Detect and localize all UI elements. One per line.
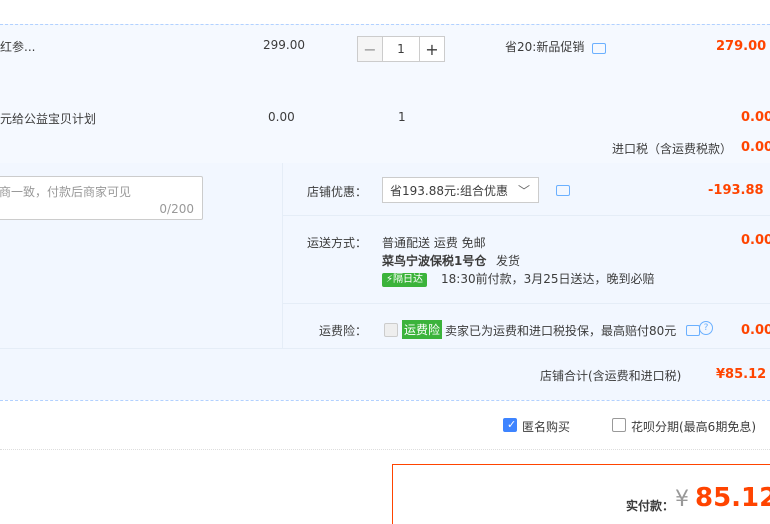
delivery-promise: 18:30前付款，3月25日送达，晚到必赔 [441,272,655,286]
insurance-checkbox [384,323,398,337]
insurance-text: 卖家已为运费和进口税投保，最高赔付80元 [445,324,677,338]
divider [0,449,770,450]
divider [282,163,283,349]
help-icon[interactable]: ? [699,321,713,335]
divider [0,400,770,401]
delivery-badge: ⚡隔日达 [382,271,428,287]
insurance-label: 运费险： [319,324,368,338]
warehouse: 菜鸟宁波保税1号仓 [382,254,487,268]
char-counter: 0/200 [159,202,194,216]
payment-summary: 实付款： ¥ 85.12 [392,464,770,524]
divider [282,303,770,304]
discount-selected: 省193.88元:组合优惠 [390,183,509,198]
chat-icon[interactable] [556,185,570,196]
item-total: 279.00 [716,39,767,54]
currency-symbol: ¥ [675,487,689,512]
quantity-input[interactable]: 1 [383,36,419,62]
item-price: 0.00 [268,110,295,124]
item-price: 299.00 [263,38,305,52]
anonymous-checkbox[interactable]: ✓ [503,418,517,432]
quantity-stepper[interactable]: − 1 + [357,36,445,62]
item-title[interactable]: 红参... [0,38,35,55]
import-tax-label: 进口税（含运费税款） [612,142,733,156]
chevron-down-icon: ﹀ [517,184,530,198]
discount-label: 店铺优惠： [307,185,368,199]
shipping-value: 0.00 [741,233,770,248]
discount-select[interactable]: 省193.88元:组合优惠 ﹀ [382,177,539,203]
minus-button[interactable]: − [357,36,383,62]
check-icon: ✓ [507,418,517,431]
lightning-icon: ⚡ [386,274,394,285]
plus-button[interactable]: + [419,36,445,62]
shipping-method: 普通配送 运费 免邮 [382,236,486,250]
insurance-badge: 运费险 [402,320,443,339]
item-total: 0.00 [741,110,770,125]
huabei-checkbox[interactable] [612,418,626,432]
chat-icon[interactable] [592,43,606,54]
chat-icon[interactable] [686,325,700,336]
anonymous-label[interactable]: 匿名购买 [522,418,570,435]
store-total-value: ¥85.12 [716,367,767,382]
payment-amount: 85.12 [695,483,770,513]
dispatch-text: 发货 [496,254,521,268]
item-title[interactable]: 元给公益宝贝计划 [0,110,96,127]
item-quantity: 1 [398,110,406,124]
delivery-badge-label: 隔日达 [393,274,424,285]
payment-label: 实付款： [626,499,675,513]
divider [282,215,770,216]
promo-text: 省20:新品促销 [505,40,585,54]
import-tax-value: 0.00 [741,140,770,155]
shipping-label: 运送方式： [307,236,368,250]
store-total-label: 店铺合计(含运费和进口税) [540,369,682,383]
divider [0,348,770,349]
insurance-value: 0.00 [741,323,770,338]
message-textarea[interactable]: 商一致，付款后商家可见 0/200 [0,176,203,220]
message-placeholder: 商一致，付款后商家可见 [0,185,132,199]
huabei-label[interactable]: 花呗分期(最高6期免息) [631,418,756,435]
discount-value: -193.88 [708,183,764,198]
